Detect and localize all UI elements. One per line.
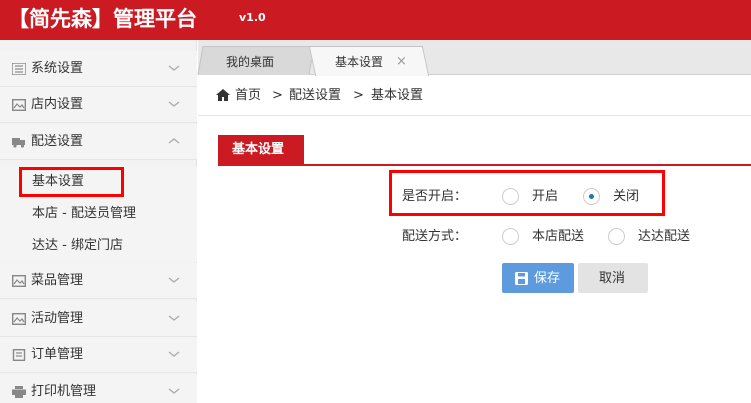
sidebar-item-label: 打印机管理 bbox=[31, 384, 97, 399]
chevron-down-icon bbox=[168, 65, 180, 71]
sidebar-item-store-settings[interactable]: 店内设置 bbox=[0, 87, 197, 123]
sidebar-item-label: 活动管理 bbox=[31, 311, 84, 326]
chevron-down-icon bbox=[168, 277, 180, 283]
chevron-down-icon bbox=[168, 101, 180, 107]
sidebar-subitem-dada-bind-store[interactable]: 达达 - 绑定门店 bbox=[0, 230, 197, 262]
radio-store-delivery[interactable] bbox=[502, 228, 519, 245]
sidebar-item-label: 系统设置 bbox=[31, 61, 84, 76]
sidebar-subitem-label: 达达 - 绑定门店 bbox=[32, 238, 123, 253]
sidebar-item-activity-management[interactable]: 活动管理 bbox=[0, 301, 197, 337]
list-icon bbox=[12, 63, 26, 75]
sidebar-item-label: 配送设置 bbox=[31, 134, 84, 149]
breadcrumb-delivery-settings[interactable]: 配送设置 bbox=[289, 87, 341, 104]
breadcrumb-basic-settings: 基本设置 bbox=[371, 88, 424, 103]
sidebar-item-label: 店内设置 bbox=[31, 97, 84, 112]
sidebar-subitem-basic-settings[interactable]: 基本设置 bbox=[0, 166, 197, 198]
document-icon bbox=[12, 349, 26, 361]
radio-label: 关闭 bbox=[613, 189, 640, 204]
panel-title: 基本设置 bbox=[232, 142, 285, 157]
chevron-down-icon bbox=[168, 315, 180, 321]
cancel-button[interactable]: 取消 bbox=[578, 263, 648, 293]
tab-label: 基本设置 bbox=[335, 55, 384, 69]
tab-bar bbox=[197, 40, 751, 76]
version-label: v1.0 bbox=[239, 11, 266, 24]
sidebar-item-dish-management[interactable]: 菜品管理 bbox=[0, 263, 197, 299]
radio-dada-delivery[interactable] bbox=[608, 228, 625, 245]
image-icon bbox=[12, 275, 26, 287]
sidebar-item-order-management[interactable]: 订单管理 bbox=[0, 337, 197, 373]
image-icon bbox=[12, 313, 26, 325]
panel-divider bbox=[218, 164, 751, 166]
chevron-up-icon bbox=[168, 138, 180, 144]
sidebar-item-label: 菜品管理 bbox=[31, 273, 84, 288]
image-icon bbox=[12, 99, 26, 111]
sidebar-subitem-label: 本店 - 配送员管理 bbox=[32, 206, 136, 221]
tab-label: 我的桌面 bbox=[226, 55, 275, 69]
radio-label: 本店配送 bbox=[532, 229, 585, 244]
breadcrumb: 首页 > 配送设置 > 基本设置 bbox=[198, 76, 751, 116]
sidebar-subitem-label: 基本设置 bbox=[32, 174, 85, 189]
radio-label: 开启 bbox=[532, 189, 559, 204]
breadcrumb-home[interactable]: 首页 bbox=[235, 87, 261, 104]
sidebar-item-label: 订单管理 bbox=[31, 347, 84, 362]
save-button-label: 保存 bbox=[534, 271, 561, 286]
sidebar-item-system-settings[interactable]: 系统设置 bbox=[0, 51, 197, 87]
enabled-label: 是否开启： bbox=[402, 189, 468, 204]
radio-label: 达达配送 bbox=[638, 229, 691, 244]
chevron-down-icon bbox=[168, 351, 180, 357]
sidebar-subitem-courier-management[interactable]: 本店 - 配送员管理 bbox=[0, 198, 197, 230]
panel-tab: 基本设置 bbox=[218, 135, 304, 165]
delivery-mode-label: 配送方式： bbox=[402, 229, 468, 244]
home-icon bbox=[216, 89, 230, 101]
top-header: 【简先森】管理平台 v1.0 bbox=[0, 0, 751, 40]
sidebar-item-printer-management[interactable]: 打印机管理 bbox=[0, 374, 197, 403]
radio-enable-off[interactable] bbox=[583, 188, 600, 205]
truck-icon bbox=[12, 138, 25, 148]
brand-title: 【简先森】管理平台 bbox=[8, 7, 197, 31]
chevron-down-icon bbox=[168, 388, 180, 394]
close-icon[interactable]: × bbox=[396, 55, 407, 69]
breadcrumb-separator: > bbox=[353, 88, 364, 103]
printer-icon bbox=[12, 386, 26, 398]
cancel-button-label: 取消 bbox=[599, 271, 626, 286]
sidebar-item-delivery-settings[interactable]: 配送设置 bbox=[0, 124, 197, 160]
save-button[interactable]: 保存 bbox=[502, 263, 574, 293]
save-icon bbox=[515, 272, 528, 285]
breadcrumb-separator: > bbox=[272, 88, 283, 103]
radio-enable-on[interactable] bbox=[502, 188, 519, 205]
